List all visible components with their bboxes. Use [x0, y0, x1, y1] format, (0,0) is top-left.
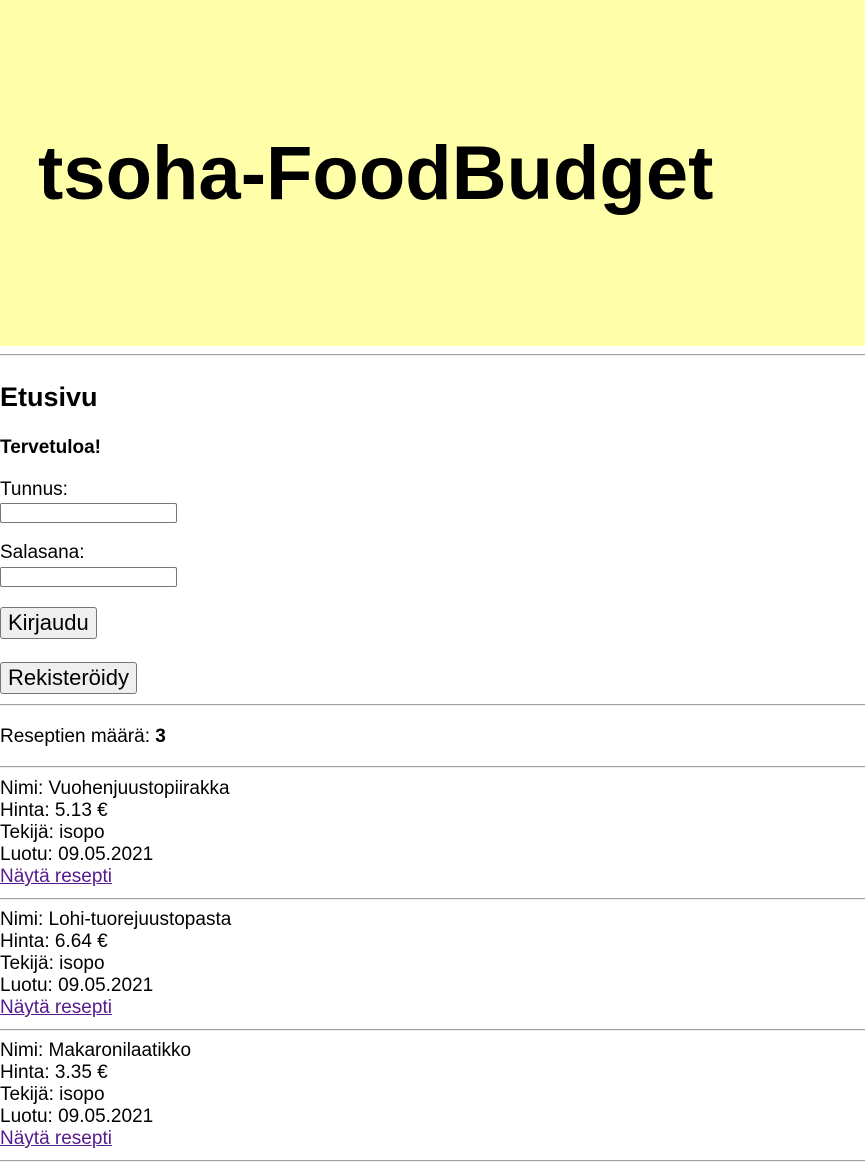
header-banner: tsoha-FoodBudget [0, 0, 865, 346]
recipe-author: Tekijä: isopo [0, 953, 105, 974]
divider [0, 1029, 865, 1031]
divider [0, 898, 865, 900]
recipe-item: Nimi: Makaronilaatikko Hinta: 3.35 € Tek… [0, 1040, 865, 1150]
show-recipe-link[interactable]: Näytä resepti [0, 1128, 112, 1149]
divider [0, 354, 865, 356]
recipe-name: Nimi: Vuohenjuustopiirakka [0, 778, 230, 799]
recipe-author: Tekijä: isopo [0, 822, 105, 843]
divider [0, 704, 865, 706]
register-button[interactable]: Rekisteröidy [0, 662, 138, 694]
page-title: Etusivu [0, 382, 98, 412]
divider [0, 766, 865, 768]
show-recipe-link[interactable]: Näytä resepti [0, 997, 112, 1018]
show-recipe-link[interactable]: Näytä resepti [0, 866, 112, 887]
recipe-price: Hinta: 3.35 € [0, 1062, 108, 1083]
username-label: Tunnus: [0, 479, 68, 500]
recipe-item: Nimi: Lohi-tuorejuustopasta Hinta: 6.64 … [0, 909, 865, 1019]
recipe-price: Hinta: 5.13 € [0, 800, 108, 821]
recipe-created: Luotu: 09.05.2021 [0, 1106, 154, 1127]
divider [0, 1160, 865, 1162]
site-title: tsoha-FoodBudget [38, 131, 714, 216]
password-label: Salasana: [0, 542, 85, 563]
welcome-text: Tervetuloa! [0, 437, 102, 458]
username-input[interactable] [0, 503, 177, 523]
recipe-item: Nimi: Vuohenjuustopiirakka Hinta: 5.13 €… [0, 778, 865, 888]
recipe-name: Nimi: Makaronilaatikko [0, 1040, 192, 1061]
login-button[interactable]: Kirjaudu [0, 607, 97, 639]
recipe-count-label: Reseptien määrä: [0, 726, 150, 747]
recipe-created: Luotu: 09.05.2021 [0, 975, 154, 996]
recipe-count: Reseptien määrä: 3 [0, 726, 166, 748]
recipe-created: Luotu: 09.05.2021 [0, 844, 154, 865]
recipe-count-value: 3 [155, 726, 166, 747]
recipe-name: Nimi: Lohi-tuorejuustopasta [0, 909, 232, 930]
recipe-author: Tekijä: isopo [0, 1084, 105, 1105]
password-input[interactable] [0, 567, 177, 587]
recipe-price: Hinta: 6.64 € [0, 931, 108, 952]
